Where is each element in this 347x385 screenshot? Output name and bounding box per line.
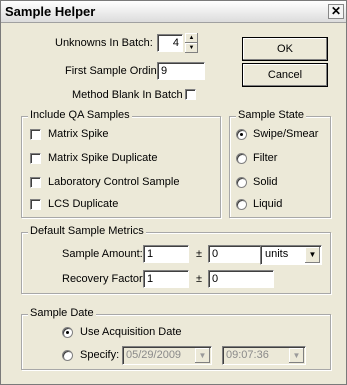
first-ordinal-label: First Sample Ordinal:	[65, 65, 169, 77]
sample-date-title: Sample Date	[28, 307, 96, 319]
sample-metrics-title: Default Sample Metrics	[28, 225, 146, 237]
filter-label: Filter	[253, 152, 278, 164]
lab-control-sample-checkbox[interactable]	[30, 177, 41, 188]
spin-up-icon[interactable]: ▲	[185, 33, 198, 43]
matrix-spike-duplicate-checkbox[interactable]	[30, 153, 41, 164]
time-value: 09:07:36	[226, 349, 269, 361]
lcs-duplicate-label: LCS Duplicate	[48, 198, 119, 210]
specify-date-radio[interactable]	[62, 350, 73, 361]
units-dropdown[interactable]: units ▼	[260, 245, 322, 265]
date-dropdown-icon[interactable]: ▼	[195, 348, 210, 363]
swipe-smear-label: Swipe/Smear	[253, 128, 319, 140]
recovery-uncertainty-input[interactable]: 0	[208, 270, 274, 288]
sample-state-title: Sample State	[236, 109, 307, 121]
use-acquisition-date-label: Use Acquisition Date	[80, 326, 182, 338]
cancel-button[interactable]: Cancel	[242, 63, 328, 87]
solid-radio[interactable]	[236, 177, 247, 188]
units-value: units	[265, 248, 289, 260]
ok-button[interactable]: OK	[242, 37, 328, 61]
unknowns-label: Unknowns In Batch:	[55, 37, 153, 49]
recovery-factor-input[interactable]: 1	[143, 270, 189, 288]
matrix-spike-checkbox[interactable]	[30, 129, 41, 140]
date-picker[interactable]: 05/29/2009 ▼	[122, 346, 212, 365]
chevron-down-icon[interactable]: ▼	[305, 247, 320, 263]
liquid-label: Liquid	[253, 198, 283, 210]
liquid-radio[interactable]	[236, 199, 247, 210]
specify-date-label: Specify:	[80, 349, 120, 361]
swipe-smear-radio[interactable]	[236, 129, 247, 140]
sample-metrics-group: Default Sample Metrics Sample Amount: 1 …	[21, 225, 331, 294]
window-title: Sample Helper	[5, 4, 96, 19]
time-picker[interactable]: 09:07:36 ▼	[222, 346, 306, 365]
sample-amount-input[interactable]: 1	[143, 245, 189, 263]
lab-control-sample-label: Laboratory Control Sample	[48, 176, 180, 188]
date-value: 05/29/2009	[126, 349, 182, 361]
use-acquisition-date-radio[interactable]	[62, 327, 73, 338]
method-blank-label: Method Blank In Batch	[72, 89, 183, 101]
first-ordinal-input[interactable]: 9	[157, 62, 205, 80]
sample-state-group: Sample State Swipe/Smear Filter Solid Li…	[229, 109, 331, 218]
method-blank-checkbox[interactable]	[185, 89, 196, 100]
title-bar: Sample Helper ✕	[1, 1, 346, 23]
solid-label: Solid	[253, 176, 278, 188]
time-dropdown-icon[interactable]: ▼	[289, 348, 304, 363]
matrix-spike-duplicate-label: Matrix Spike Duplicate	[48, 152, 158, 164]
recovery-factor-label: Recovery Factor:	[62, 273, 146, 285]
sample-helper-dialog: Sample Helper ✕ Unknowns In Batch: 4 ▲ ▼…	[0, 0, 347, 385]
unknowns-input[interactable]: 4	[157, 34, 183, 52]
sample-date-group: Sample Date Use Acquisition Date Specify…	[21, 307, 331, 370]
filter-radio[interactable]	[236, 153, 247, 164]
sample-amount-label: Sample Amount:	[62, 248, 143, 260]
matrix-spike-label: Matrix Spike	[48, 128, 109, 140]
spin-down-icon[interactable]: ▼	[185, 43, 198, 53]
close-icon[interactable]: ✕	[328, 4, 344, 19]
qa-samples-group: Include QA Samples Matrix Spike Matrix S…	[21, 109, 221, 218]
lcs-duplicate-checkbox[interactable]	[30, 199, 41, 210]
unknowns-spinner[interactable]: ▲ ▼	[185, 33, 198, 53]
qa-samples-title: Include QA Samples	[28, 109, 132, 121]
recovery-plus-minus: ±	[196, 273, 203, 285]
amount-plus-minus: ±	[196, 248, 203, 260]
